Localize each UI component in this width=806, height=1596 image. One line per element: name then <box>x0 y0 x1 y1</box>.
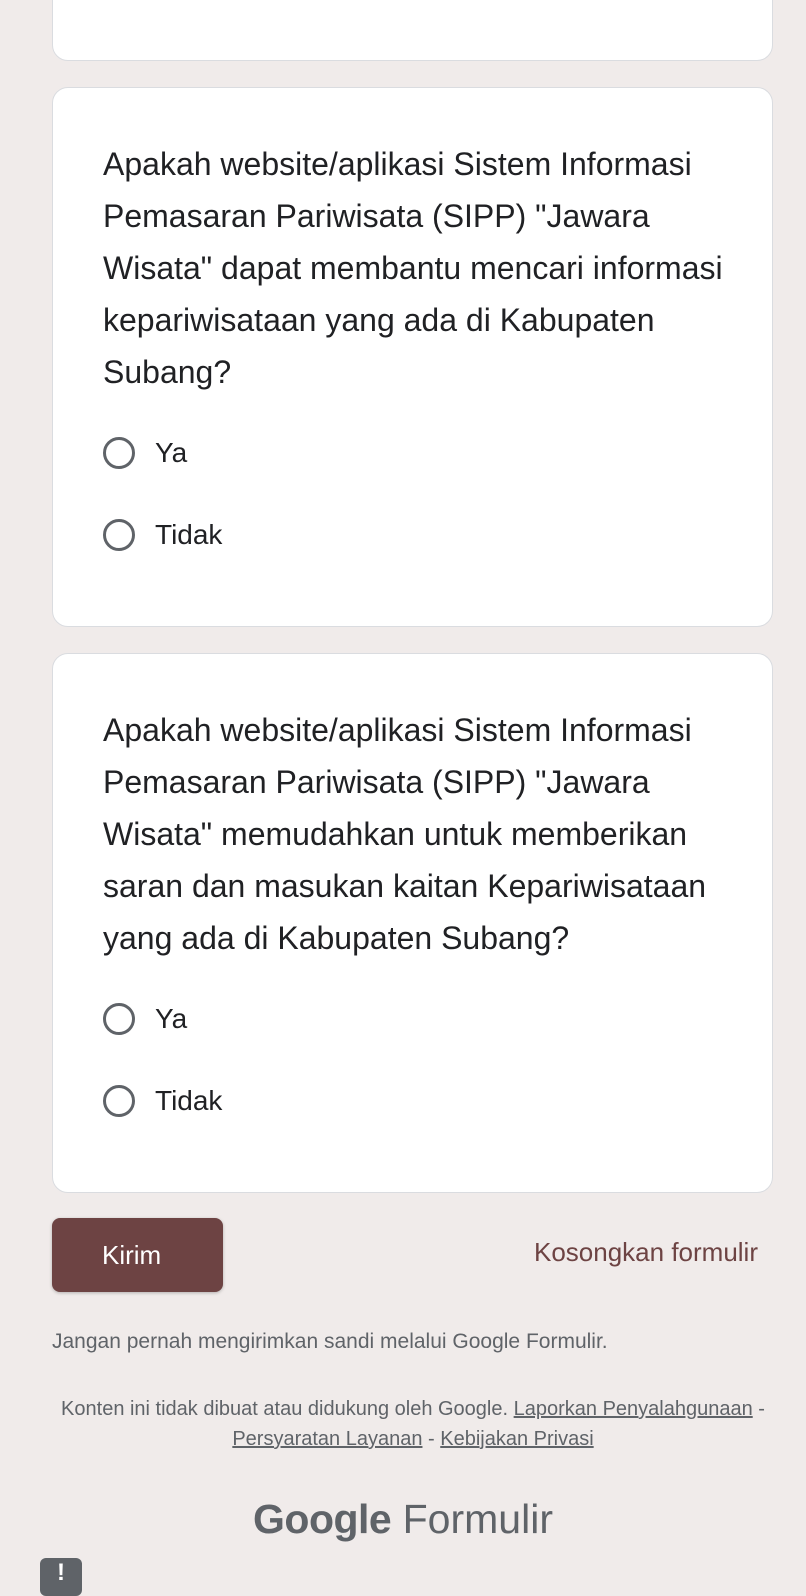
radio-option-label: Tidak <box>155 1085 223 1116</box>
radio-option-label: Tidak <box>155 519 223 550</box>
brand-product: Formulir <box>402 1496 553 1542</box>
form-page: Apakah website/aplikasi Sistem Informasi… <box>0 0 806 1596</box>
previous-question-card <box>52 0 773 61</box>
privacy-policy-link[interactable]: Kebijakan Privasi <box>440 1428 593 1450</box>
radio-button-icon[interactable] <box>103 1085 135 1117</box>
submit-button[interactable]: Kirim <box>52 1218 223 1292</box>
link-separator: - <box>422 1428 441 1450</box>
radio-group: Ya Tidak <box>103 999 222 1163</box>
disclaimer: Konten ini tidak dibuat atau didukung ol… <box>60 1394 766 1454</box>
google-forms-logo[interactable]: Google Formulir <box>0 1496 806 1543</box>
report-abuse-link[interactable]: Laporkan Penyalahgunaan <box>514 1398 753 1420</box>
disclaimer-text: Konten ini tidak dibuat atau didukung ol… <box>61 1398 509 1420</box>
radio-button-icon[interactable] <box>103 1003 135 1035</box>
radio-option-tidak[interactable]: Tidak <box>103 1081 222 1121</box>
radio-option-label: Ya <box>155 437 188 468</box>
clear-form-button[interactable]: Kosongkan formulir <box>534 1237 758 1268</box>
brand-google: Google <box>253 1496 392 1542</box>
radio-button-icon[interactable] <box>103 437 135 469</box>
radio-button-icon[interactable] <box>103 519 135 551</box>
radio-option-label: Ya <box>155 1003 188 1034</box>
terms-of-service-link[interactable]: Persyaratan Layanan <box>232 1428 422 1450</box>
radio-option-ya[interactable]: Ya <box>103 433 222 473</box>
link-separator: - <box>752 1398 765 1420</box>
radio-option-tidak[interactable]: Tidak <box>103 515 222 555</box>
question-card-1: Apakah website/aplikasi Sistem Informasi… <box>52 87 773 627</box>
question-text: Apakah website/aplikasi Sistem Informasi… <box>103 712 707 956</box>
question-text: Apakah website/aplikasi Sistem Informasi… <box>103 146 723 390</box>
password-warning: Jangan pernah mengirimkan sandi melalui … <box>52 1330 608 1353</box>
radio-option-ya[interactable]: Ya <box>103 999 222 1039</box>
question-card-2: Apakah website/aplikasi Sistem Informasi… <box>52 653 773 1193</box>
radio-group: Ya Tidak <box>103 433 222 597</box>
report-feedback-icon[interactable]: ! <box>40 1558 82 1596</box>
